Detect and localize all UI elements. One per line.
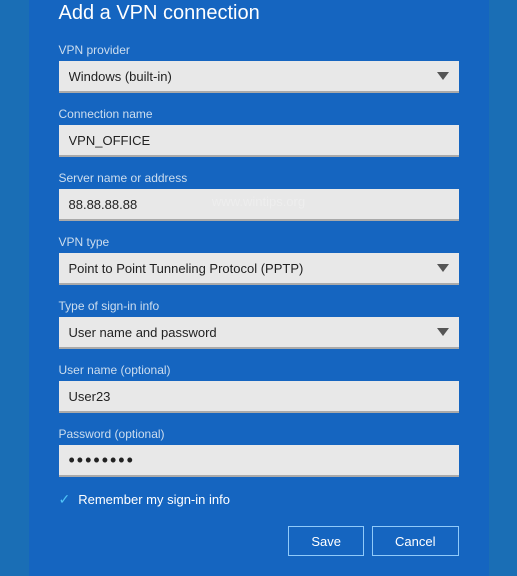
add-vpn-dialog: www.wintips.org Add a VPN connection VPN… — [29, 0, 489, 576]
remember-checkmark-icon: ✓ — [59, 491, 71, 508]
connection-name-label: Connection name — [59, 107, 459, 121]
connection-name-group: Connection name — [59, 107, 459, 157]
sign-in-type-group: Type of sign-in info User name and passw… — [59, 299, 459, 349]
server-name-group: Server name or address — [59, 171, 459, 221]
password-group: Password (optional) — [59, 427, 459, 477]
vpn-type-group: VPN type Point to Point Tunneling Protoc… — [59, 235, 459, 285]
vpn-provider-label: VPN provider — [59, 43, 459, 57]
password-label: Password (optional) — [59, 427, 459, 441]
connection-name-input[interactable] — [59, 125, 459, 157]
user-name-input[interactable] — [59, 381, 459, 413]
button-row: Save Cancel — [59, 526, 459, 556]
user-name-label: User name (optional) — [59, 363, 459, 377]
server-name-label: Server name or address — [59, 171, 459, 185]
user-name-group: User name (optional) — [59, 363, 459, 413]
vpn-provider-group: VPN provider Windows (built-in) — [59, 43, 459, 93]
sign-in-type-label: Type of sign-in info — [59, 299, 459, 313]
vpn-type-label: VPN type — [59, 235, 459, 249]
dialog-title: Add a VPN connection — [59, 2, 459, 25]
vpn-type-select[interactable]: Point to Point Tunneling Protocol (PPTP) — [59, 253, 459, 285]
save-button[interactable]: Save — [288, 526, 364, 556]
cancel-button[interactable]: Cancel — [372, 526, 458, 556]
sign-in-type-select[interactable]: User name and password — [59, 317, 459, 349]
password-input[interactable] — [59, 445, 459, 477]
vpn-provider-select[interactable]: Windows (built-in) — [59, 61, 459, 93]
remember-label: Remember my sign-in info — [78, 492, 230, 507]
remember-row: ✓ Remember my sign-in info — [59, 491, 459, 508]
server-name-input[interactable] — [59, 189, 459, 221]
